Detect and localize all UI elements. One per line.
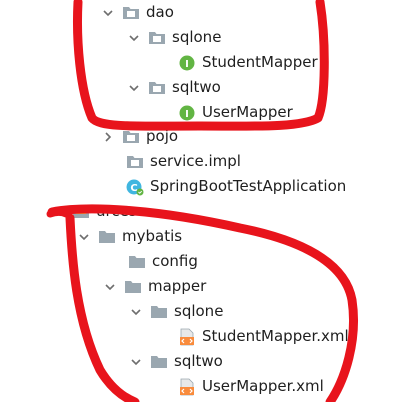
tree-item-service-impl[interactable]: service.impl [0,149,406,174]
folder-icon [98,229,116,245]
tree-item-sqlone-resources[interactable]: sqlone [0,299,406,324]
chevron-down-icon[interactable] [126,80,142,96]
folder-icon [150,304,168,320]
tree-item-label: SpringBootTestApplication [150,177,347,195]
resources-folder-icon [72,204,90,220]
package-folder-icon [148,30,166,46]
chevron-down-icon[interactable] [100,5,116,21]
tree-item-springboottestapplication[interactable]: C SpringBootTestApplication [0,174,406,199]
project-tree: dao sqlone I StudentMapper sqltwo I User… [0,0,406,402]
tree-item-config[interactable]: config [0,249,406,274]
tree-item-label: UserMapper [202,103,293,121]
tree-item-label: urces [96,202,137,220]
tree-item-label: StudentMapper.xml [202,327,349,345]
folder-icon [150,354,168,370]
tree-item-label: sqlone [174,302,224,320]
tree-item-usermapper[interactable]: I UserMapper [0,100,406,125]
interface-icon: I [178,105,196,121]
package-folder-icon [122,5,140,21]
spring-class-icon: C [126,179,144,195]
tree-item-label: dao [146,3,174,21]
chevron-right-icon[interactable] [100,129,116,145]
tree-item-usermapper-xml[interactable]: UserMapper.xml [0,374,406,399]
interface-icon-letter: I [185,109,189,120]
folder-icon [124,279,142,295]
tree-item-studentmapper-xml[interactable]: StudentMapper.xml [0,324,406,349]
tree-item-mybatis[interactable]: mybatis [0,224,406,249]
tree-item-label: UserMapper.xml [202,377,324,395]
tree-item-sqltwo[interactable]: sqltwo [0,75,406,100]
chevron-down-icon[interactable] [50,204,66,220]
tree-item-dao[interactable]: dao [0,0,406,25]
folder-icon [128,254,146,270]
chevron-down-icon[interactable] [128,304,144,320]
interface-icon: I [178,55,196,71]
tree-item-sqltwo-resources[interactable]: sqltwo [0,349,406,374]
package-folder-icon [122,129,140,145]
xml-file-icon [178,328,196,345]
chevron-down-icon[interactable] [76,229,92,245]
tree-item-label: sqltwo [174,352,223,370]
tree-item-label: pojo [146,127,179,145]
tree-item-label: mapper [148,277,207,295]
chevron-down-icon[interactable] [128,354,144,370]
tree-item-studentmapper[interactable]: I StudentMapper [0,50,406,75]
package-folder-icon [148,80,166,96]
tree-item-label: config [152,252,198,270]
tree-item-pojo[interactable]: pojo [0,124,406,149]
tree-item-label: service.impl [150,152,241,170]
package-folder-icon [126,154,144,170]
tree-item-resources[interactable]: urces [0,199,406,224]
chevron-down-icon[interactable] [102,279,118,295]
interface-icon-letter: I [185,59,189,70]
chevron-down-icon[interactable] [126,30,142,46]
tree-item-label: StudentMapper [202,53,318,71]
tree-item-mapper[interactable]: mapper [0,274,406,299]
tree-item-label: mybatis [122,227,183,245]
tree-item-label: sqlone [172,28,222,46]
tree-item-sqlone[interactable]: sqlone [0,25,406,50]
xml-file-icon [178,378,196,395]
tree-item-label: sqltwo [172,78,221,96]
